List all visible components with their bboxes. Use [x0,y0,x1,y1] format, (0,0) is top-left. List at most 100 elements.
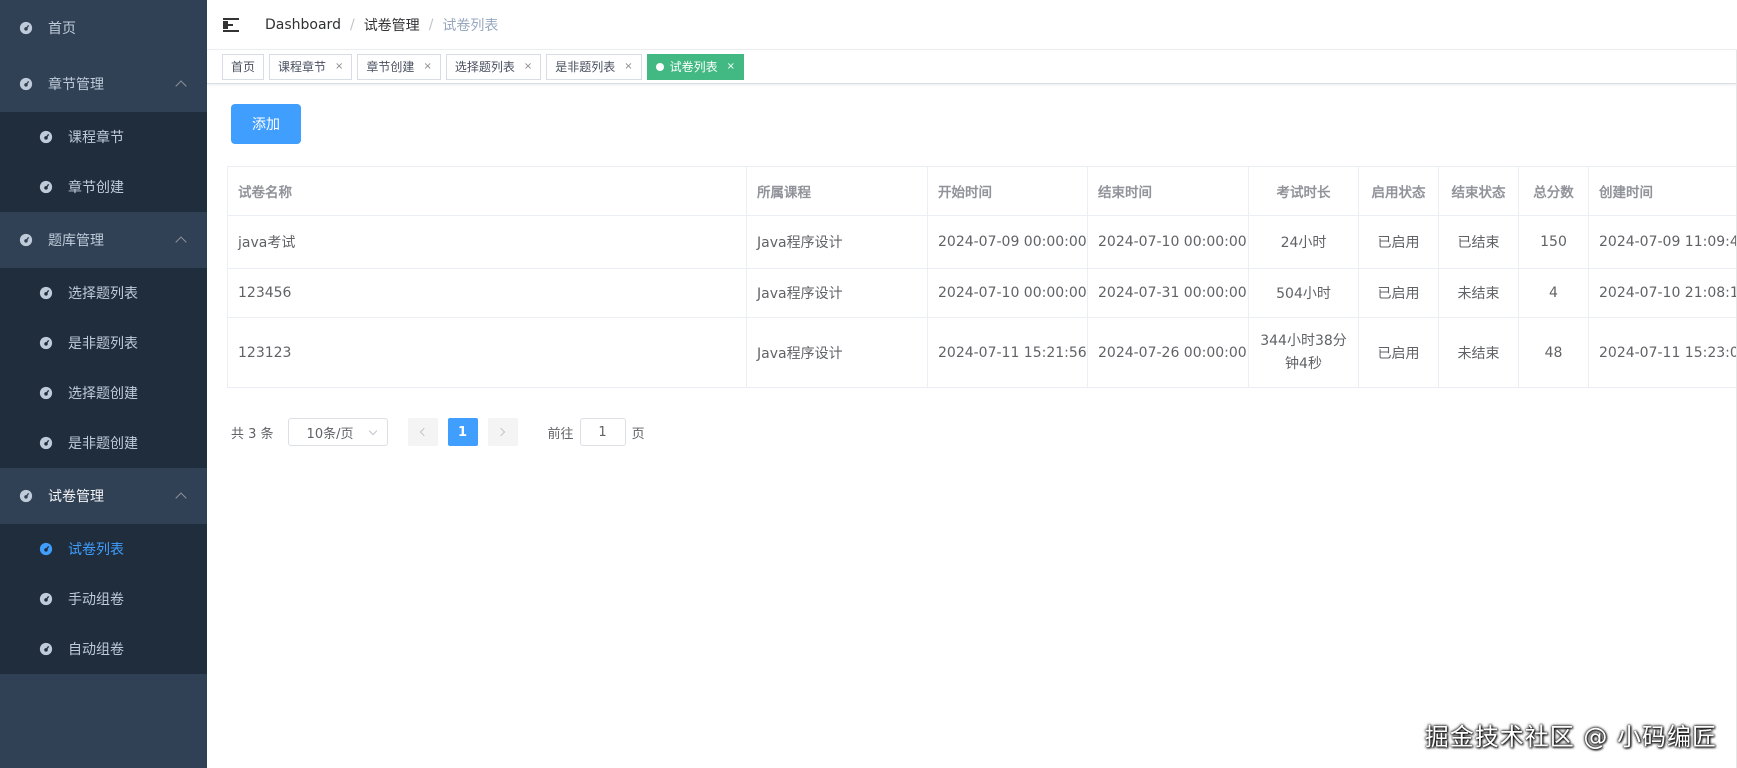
column-header: 结束状态 [1438,166,1519,216]
sidebar-item-truefalse-create[interactable]: 是非题创建 [0,418,207,468]
dashboard-icon [38,129,54,145]
column-header: 考试时长 [1248,166,1359,216]
column-header: 开始时间 [927,166,1088,216]
navbar: Dashboard / 试卷管理 / 试卷列表 [207,0,1737,50]
close-icon[interactable]: × [423,61,431,72]
sidebar-item-manual-compose[interactable]: 手动组卷 [0,574,207,624]
cell-duration: 504小时 [1248,268,1359,318]
chevron-up-icon [175,80,187,92]
tag-course-chapter[interactable]: 课程章节 × [269,53,353,80]
tag-label: 章节创建 [366,60,415,74]
sidebar-item-label: 是非题列表 [68,336,138,352]
table-row[interactable]: 123456 Java程序设计 2024-07-10 00:00:00 2024… [227,268,1737,318]
active-dot-icon [655,62,664,71]
sidebar-item-chapter-create[interactable]: 章节创建 [0,162,207,212]
close-icon[interactable]: × [524,61,532,72]
sidebar-item-home[interactable]: 首页 [0,0,207,56]
column-header: 总分数 [1518,166,1589,216]
page-suffix-label: 页 [631,426,645,442]
next-page-button[interactable] [487,418,518,446]
cell-end-time: 2024-07-31 00:00:00 [1087,268,1249,318]
table-row[interactable]: java考试 Java程序设计 2024-07-09 00:00:00 2024… [227,215,1737,269]
close-icon[interactable]: × [335,61,343,72]
sidebar-group-label: 试卷管理 [48,489,104,505]
cell-exam-name: java考试 [227,215,747,269]
sidebar-item-label: 章节创建 [68,180,124,196]
close-icon[interactable]: × [624,61,632,72]
sidebar-item-label: 自动组卷 [68,642,124,658]
hamburger-icon[interactable] [223,17,241,33]
cell-start-time: 2024-07-10 00:00:00 [927,268,1088,318]
sidebar-item-truefalse-list[interactable]: 是非题列表 [0,318,207,368]
cell-enabled-status: 已启用 [1358,215,1439,269]
sidebar-item-label: 选择题创建 [68,386,138,402]
page-size-select[interactable]: 10条/页 [287,418,388,446]
prev-page-button[interactable] [407,418,438,446]
column-header: 结束时间 [1087,166,1249,216]
breadcrumb-exam-manage[interactable]: 试卷管理 [364,15,420,35]
tag-exam-list[interactable]: 试卷列表 × [646,53,745,80]
table-header-row: 试卷名称 所属课程 开始时间 结束时间 考试时长 启用状态 结束状态 总分数 创… [227,166,1737,216]
cell-total-score: 48 [1518,317,1589,388]
tag-label: 是非题列表 [555,60,616,74]
dashboard-icon [38,285,54,301]
tag-choice-list[interactable]: 选择题列表 × [445,53,542,80]
sidebar-item-auto-compose[interactable]: 自动组卷 [0,624,207,674]
page-number-1[interactable]: 1 [447,418,478,446]
cell-created-time: 2024-07-11 15:23:07 [1588,317,1737,388]
dashboard-icon [18,20,34,36]
cell-enabled-status: 已启用 [1358,268,1439,318]
chevron-up-icon [175,236,187,248]
cell-created-time: 2024-07-10 21:08:16 [1588,268,1737,318]
tags-view: 首页 课程章节 × 章节创建 × 选择题列表 × 是非题列表 × 试卷列表 × [207,50,1737,84]
add-button[interactable]: 添加 [231,104,301,144]
cell-start-time: 2024-07-11 15:21:56 [927,317,1088,388]
dashboard-icon [38,435,54,451]
main-content: Dashboard / 试卷管理 / 试卷列表 首页 课程章节 × 章节创建 × 选… [207,0,1737,768]
cell-duration: 24小时 [1248,215,1359,269]
sidebar-group-label: 题库管理 [48,233,104,249]
tag-label: 课程章节 [278,60,327,74]
cell-total-score: 150 [1518,215,1589,269]
cell-created-time: 2024-07-09 11:09:48 [1588,215,1737,269]
sidebar-item-label: 试卷列表 [68,542,124,558]
breadcrumb-dashboard[interactable]: Dashboard [265,17,341,33]
sidebar-item-exam-list[interactable]: 试卷列表 [0,524,207,574]
dashboard-icon [18,76,34,92]
sidebar-group-question-bank[interactable]: 题库管理 [0,212,207,268]
cell-total-score: 4 [1518,268,1589,318]
sidebar-group-chapter[interactable]: 章节管理 [0,56,207,112]
sidebar-group-exam[interactable]: 试卷管理 [0,468,207,524]
sidebar-item-label: 首页 [48,21,76,37]
chevron-left-icon [419,427,429,437]
column-header: 创建时间 [1588,166,1737,216]
tag-truefalse-list[interactable]: 是非题列表 × [546,53,642,80]
sidebar-item-choice-create[interactable]: 选择题创建 [0,368,207,418]
sidebar: 首页 章节管理 课程章节 章节创建 题库管理 选择题列表 是非题列表 选择题创建… [0,0,207,768]
table-row[interactable]: 123123 Java程序设计 2024-07-11 15:21:56 2024… [227,317,1737,388]
breadcrumb-separator: / [428,16,434,33]
dashboard-icon [38,385,54,401]
pagination: 共 3 条 10条/页 1 前往 页 [231,418,645,446]
column-header: 所属课程 [746,166,928,216]
tag-chapter-create[interactable]: 章节创建 × [357,53,441,80]
sidebar-item-course-chapter[interactable]: 课程章节 [0,112,207,162]
sidebar-item-label: 课程章节 [68,130,124,146]
close-icon[interactable]: × [727,61,735,72]
dashboard-icon [18,488,34,504]
sidebar-item-choice-list[interactable]: 选择题列表 [0,268,207,318]
sidebar-item-label: 选择题列表 [68,286,138,302]
cell-course: Java程序设计 [746,317,928,388]
sidebar-item-label: 是非题创建 [68,436,138,452]
dashboard-icon [18,232,34,248]
tag-home[interactable]: 首页 [222,53,265,80]
tag-label: 试卷列表 [669,60,718,74]
column-header: 试卷名称 [227,166,747,216]
cell-end-time: 2024-07-10 00:00:00 [1087,215,1249,269]
chevron-down-icon [368,426,377,436]
cell-end-status: 已结束 [1438,215,1519,269]
cell-enabled-status: 已启用 [1358,317,1439,388]
tag-label: 首页 [231,60,256,74]
goto-page-input[interactable] [579,418,626,446]
cell-course: Java程序设计 [746,215,928,269]
